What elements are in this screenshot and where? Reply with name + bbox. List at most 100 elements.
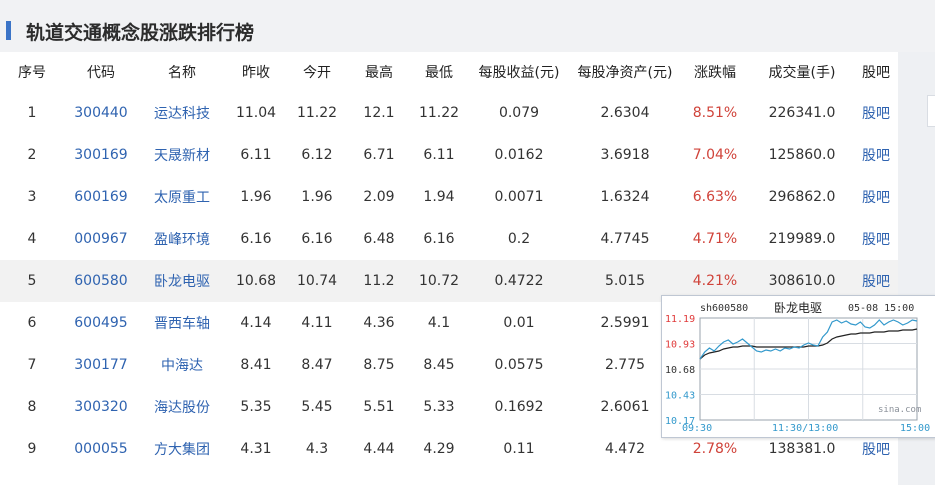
open-cell: 8.47 (301, 357, 333, 373)
row-index: 5 (0, 260, 64, 302)
x-tick-label: 11:30/13:00 (772, 423, 838, 434)
eps-cell: 0.11 (503, 441, 535, 457)
col-header-eps[interactable]: 每股收益(元) (468, 52, 570, 92)
bvps-cell: 3.6918 (600, 147, 650, 163)
eps-cell: 0.2 (507, 231, 531, 247)
stock-name-link[interactable]: 太原重工 (138, 176, 226, 218)
col-header-name: 名称 (168, 65, 196, 81)
high-cell: 12.1 (363, 105, 395, 121)
volume-cell: 296862.0 (768, 189, 836, 205)
stock-name-link[interactable]: 海达股份 (138, 386, 226, 428)
row-index: 3 (27, 189, 37, 205)
low-cell: 6.16 (423, 231, 455, 247)
open-cell: 5.45 (301, 399, 333, 415)
bvps-cell: 1.6324 (600, 189, 650, 205)
prev-close-cell: 4.31 (240, 441, 272, 457)
eps-cell: 0.0162 (494, 147, 544, 163)
x-tick-label: 09:30 (682, 423, 712, 434)
low-cell: 8.45 (423, 357, 455, 373)
high-cell: 6.48 (363, 231, 395, 247)
stock-code-link[interactable]: 600495 (64, 302, 138, 344)
stock-name-link[interactable]: 中海达 (138, 344, 226, 386)
low-cell: 6.11 (423, 147, 455, 163)
col-header-bvps[interactable]: 每股净资产(元) (570, 52, 680, 92)
y-tick-label: 10.93 (665, 340, 695, 351)
stock-code-link[interactable]: 000967 (64, 218, 138, 260)
high-cell: 8.75 (363, 357, 395, 373)
table-header-row: 序号 代码 名称 昨收 今开 最高 最低 每股收益(元) 每股净资产(元) 涨跌… (0, 52, 898, 92)
bvps-cell: 4.7745 (600, 231, 650, 247)
volume-cell: 219989.0 (768, 231, 836, 247)
source-watermark: sina.com (878, 405, 921, 415)
stock-code-link[interactable]: 600580 (64, 260, 138, 302)
y-tick-label: 11.19 (665, 314, 695, 325)
change-pct-cell: 4.71% (692, 231, 738, 247)
prev-close-cell: 10.68 (226, 260, 286, 302)
low-cell: 10.72 (410, 260, 468, 302)
row-index: 4 (27, 231, 37, 247)
prev-close-cell: 5.35 (240, 399, 272, 415)
low-cell: 1.94 (423, 189, 455, 205)
right-side-tab[interactable] (927, 95, 935, 127)
stock-name-link[interactable]: 天晟新材 (138, 134, 226, 176)
stock-name-link[interactable]: 运达科技 (138, 92, 226, 134)
popup-symbol: sh600580 (700, 303, 748, 314)
prev-close-cell: 8.41 (240, 357, 272, 373)
forum-link[interactable]: 股吧 (854, 92, 898, 134)
volume-cell: 226341.0 (768, 105, 836, 121)
high-cell: 11.2 (348, 260, 410, 302)
eps-cell: 0.079 (498, 105, 540, 121)
low-cell: 5.33 (423, 399, 455, 415)
y-tick-label: 10.43 (665, 391, 695, 402)
x-tick-label: 15:00 (900, 423, 930, 434)
prev-close-cell: 6.11 (240, 147, 272, 163)
high-cell: 4.44 (363, 441, 395, 457)
stock-name-link[interactable]: 晋西车轴 (138, 302, 226, 344)
col-header-code: 代码 (87, 65, 115, 81)
table-row: 4 000967 盈峰环境 6.16 6.16 6.48 6.16 0.2 4.7745 4.71… (0, 218, 898, 260)
col-header-change[interactable]: 涨跌幅 (680, 52, 750, 92)
col-header-open[interactable]: 今开 (286, 52, 348, 92)
col-header-index: 序号 (18, 65, 46, 81)
col-header-forum: 股吧 (862, 65, 890, 81)
stock-name-link[interactable]: 方大集团 (138, 428, 226, 470)
open-cell: 4.11 (301, 315, 333, 331)
col-header-prev-close[interactable]: 昨收 (226, 52, 286, 92)
col-header-volume[interactable]: 成交量(手) (750, 52, 854, 92)
table-row: 3 600169 太原重工 1.96 1.96 2.09 1.94 0.0071 1.6324 6… (0, 176, 898, 218)
stock-name-link[interactable]: 卧龙电驱 (138, 260, 226, 302)
stock-code-link[interactable]: 300177 (64, 344, 138, 386)
forum-link[interactable]: 股吧 (854, 134, 898, 176)
row-index: 1 (27, 105, 37, 121)
stock-code-link[interactable]: 000055 (64, 428, 138, 470)
volume-cell: 125860.0 (768, 147, 836, 163)
forum-link[interactable]: 股吧 (854, 176, 898, 218)
eps-cell: 0.1692 (494, 399, 544, 415)
stock-code-link[interactable]: 300440 (64, 92, 138, 134)
low-cell: 4.1 (427, 315, 451, 331)
stock-name-link[interactable]: 盈峰环境 (138, 218, 226, 260)
stock-code-link[interactable]: 300320 (64, 386, 138, 428)
page-title: 轨道交通概念股涨跌排行榜 (26, 22, 255, 44)
col-header-low[interactable]: 最低 (410, 52, 468, 92)
prev-close-cell: 1.96 (240, 189, 272, 205)
forum-link[interactable]: 股吧 (854, 218, 898, 260)
table-row: 2 300169 天晟新材 6.11 6.12 6.71 6.11 0.0162 3.6918 7… (0, 134, 898, 176)
low-cell: 11.22 (418, 105, 460, 121)
low-cell: 4.29 (423, 441, 455, 457)
prev-close-cell: 4.14 (240, 315, 272, 331)
row-index: 9 (27, 441, 37, 457)
row-index: 7 (27, 357, 37, 373)
open-cell: 1.96 (301, 189, 333, 205)
prev-close-cell: 6.16 (240, 231, 272, 247)
stock-code-link[interactable]: 300169 (64, 134, 138, 176)
eps-cell: 0.01 (503, 315, 535, 331)
open-cell: 4.3 (305, 441, 329, 457)
table-row: 1 300440 运达科技 11.04 11.22 12.1 11.22 0.079 2.630… (0, 92, 898, 134)
y-tick-label: 10.68 (665, 365, 695, 376)
stock-code-link[interactable]: 600169 (64, 176, 138, 218)
stock-quote-popup: sh600580 卧龙电驱 05-08 15:00 11.19 10.93 10.68 10… (661, 295, 935, 438)
col-header-high[interactable]: 最高 (348, 52, 410, 92)
page-header: 轨道交通概念股涨跌排行榜 (0, 0, 935, 50)
change-pct-cell: 6.63% (692, 189, 738, 205)
